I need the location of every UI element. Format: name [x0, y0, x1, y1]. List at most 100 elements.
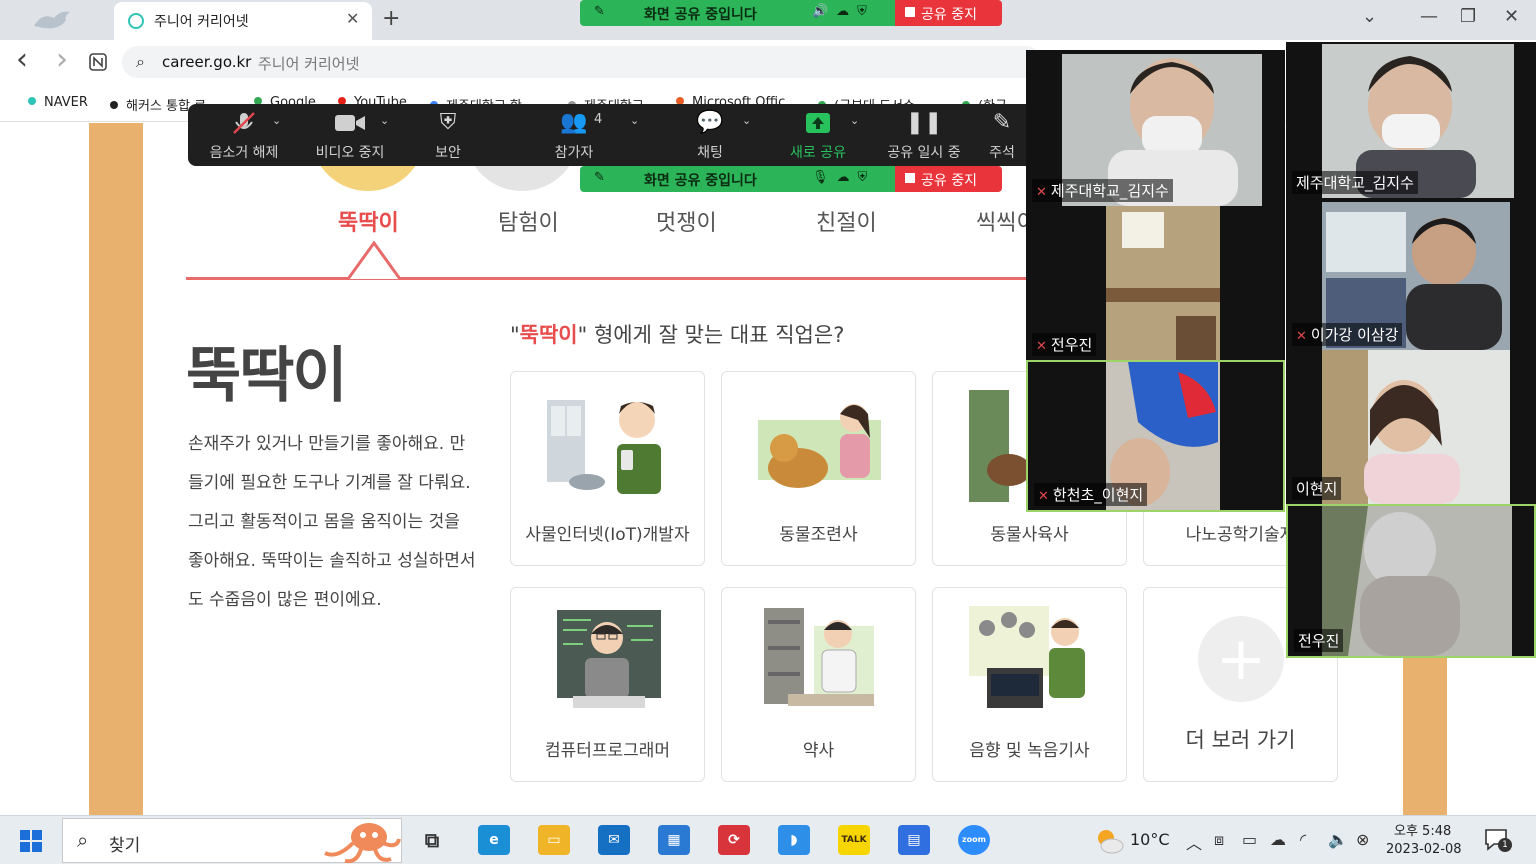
weather-partly-cloudy-icon[interactable]	[1094, 826, 1124, 854]
mail-app-icon[interactable]: ✉	[598, 825, 630, 855]
notification-center-button[interactable]: 1	[1484, 828, 1512, 852]
clock-time[interactable]: 오후 5:48	[1394, 820, 1451, 839]
browser-tab-active[interactable]: 주니어 커리어넷 ✕	[114, 2, 372, 40]
chevron-down-icon[interactable]: ⌄	[272, 114, 281, 127]
participant-count: 4	[594, 112, 603, 127]
tab-search-dropdown-icon[interactable]: ⌄	[1362, 6, 1377, 27]
plus-icon: +	[1198, 616, 1284, 702]
toolbar-label: 새로 공유	[790, 145, 846, 161]
docs-app-icon[interactable]: ▤	[898, 825, 930, 855]
chat-button[interactable]: 💬 ⌄ 채팅	[672, 104, 751, 166]
job-label: 컴퓨터프로그래머	[544, 741, 671, 761]
security-button[interactable]: ⛨ 보안	[410, 104, 486, 166]
stop-icon	[905, 7, 915, 17]
site-info-icon[interactable]	[88, 52, 108, 72]
job-label: 동물사육사	[990, 525, 1069, 545]
chevron-down-icon[interactable]: ⌄	[742, 114, 751, 127]
tab-title: 주니어 커리어넷	[154, 14, 249, 30]
bookmark-item[interactable]: NAVER	[28, 95, 88, 110]
participant-video[interactable]: ✕ 제주대학교_김지수	[1026, 50, 1285, 206]
sound-engineer-illustration	[969, 606, 1085, 708]
participant-video[interactable]: ✕ 이가강 이삼강	[1286, 198, 1536, 350]
job-card[interactable]: 동물조련사	[721, 371, 916, 566]
wifi-icon[interactable]: ◜	[1300, 830, 1306, 849]
type-description: 손재주가 있거나 만들기를 좋아해요. 만들기에 필요한 도구나 기계를 잘 다…	[188, 434, 476, 610]
chevron-down-icon[interactable]: ⌄	[630, 114, 639, 127]
participant-name: 제주대학교_김지수	[1292, 171, 1418, 194]
decorative-side-bar-left	[89, 123, 143, 815]
participant-name: ✕ 한천초_이현지	[1034, 483, 1148, 506]
battery-icon[interactable]: ▭	[1242, 830, 1257, 849]
share-status-icons: 🔊☁⛨	[812, 4, 875, 19]
participant-video[interactable]: 이현지	[1286, 350, 1536, 504]
kakaotalk-app-icon[interactable]: TALK	[838, 825, 870, 855]
meet-now-icon[interactable]: ⧈	[1214, 830, 1224, 850]
annotate-button[interactable]: ✎ 주석	[982, 104, 1022, 166]
stop-video-button[interactable]: ⌄ 비디오 중지	[302, 104, 398, 166]
participant-video-active-speaker[interactable]: ✕ 한천초_이현지	[1026, 360, 1285, 512]
bookmark-favicon-icon	[110, 101, 118, 109]
bookmark-favicon-icon	[28, 97, 36, 105]
sync-app-icon[interactable]: ⟳	[718, 825, 750, 855]
taskbar-search-box[interactable]: ⌕ 찾기	[62, 818, 402, 863]
stop-share-label: 공유 중지	[921, 173, 977, 189]
chevron-down-icon[interactable]: ⌄	[380, 114, 389, 127]
pharmacist-illustration	[764, 608, 874, 706]
microphone-muted-icon: ✕	[1038, 489, 1049, 504]
participant-name: ✕ 전우진	[1032, 333, 1097, 356]
participant-video-active-speaker[interactable]: 전우진	[1286, 504, 1536, 658]
close-icon[interactable]: ⊗	[1356, 830, 1369, 849]
minimize-button[interactable]: —	[1420, 6, 1438, 27]
address-domain: career.go.kr	[162, 53, 252, 71]
onedrive-cloud-icon[interactable]: ☁	[1270, 830, 1286, 849]
new-tab-button[interactable]: +	[382, 6, 400, 31]
share-status[interactable]: ✎ 화면 공유 중입니다 🎙☁⛨	[580, 166, 895, 192]
microphone-muted-icon: ✕	[1036, 185, 1047, 200]
forward-button[interactable]: ›	[56, 42, 68, 77]
zoom-app-icon[interactable]: zoom	[958, 825, 990, 855]
question-text: " 형에게 잘 맞는 대표 직업은?	[577, 323, 845, 347]
chevron-down-icon[interactable]: ⌄	[850, 114, 859, 127]
category-tab[interactable]: 멋쟁이	[656, 205, 717, 237]
weather-temperature[interactable]: 10°C	[1130, 830, 1170, 849]
stop-share-button[interactable]: 공유 중지	[895, 166, 1002, 192]
chevron-up-icon[interactable]: ︿	[1186, 830, 1202, 854]
participants-button[interactable]: 👥 4 참가자	[528, 104, 620, 166]
iot-developer-illustration	[547, 400, 661, 494]
back-button[interactable]: ‹	[16, 42, 28, 77]
job-card[interactable]: 약사	[721, 587, 916, 782]
stop-share-button[interactable]: 공유 중지	[895, 0, 1002, 26]
notification-count-badge: 1	[1498, 838, 1512, 852]
restore-button[interactable]: ❐	[1460, 6, 1476, 27]
task-view-app-icon[interactable]: ⧉	[416, 825, 448, 855]
category-tab[interactable]: 친절이	[816, 205, 877, 237]
stop-icon	[905, 173, 915, 183]
new-share-button[interactable]: ⌄ 새로 공유	[774, 104, 862, 166]
participant-video[interactable]: 제주대학교_김지수	[1286, 42, 1536, 198]
participant-video[interactable]: ✕ 전우진	[1026, 206, 1285, 360]
whale-app-icon[interactable]: ◗	[778, 825, 810, 855]
close-window-button[interactable]: ✕	[1504, 6, 1519, 27]
shield-icon: ⛨	[439, 110, 457, 135]
category-tab[interactable]: 탐험이	[498, 205, 559, 237]
category-tab[interactable]: 뚝딱이	[338, 205, 399, 237]
pause-share-button[interactable]: ❚❚ 공유 일시 중	[878, 104, 970, 166]
job-card[interactable]: 음향 및 녹음기사	[932, 587, 1127, 782]
pin-icon: ✎	[594, 4, 605, 19]
job-card[interactable]: 사물인터넷(IoT)개발자	[510, 371, 705, 566]
tab-close-icon[interactable]: ✕	[346, 9, 359, 28]
participant-name: ✕ 이가강 이삼강	[1292, 323, 1403, 346]
address-bar[interactable]: ⌕ career.go.kr 주니어 커리어넷	[122, 46, 1042, 78]
job-card[interactable]: 컴퓨터프로그래머	[510, 587, 705, 782]
edge-app-icon[interactable]: e	[478, 825, 510, 855]
category-underline	[186, 277, 1026, 280]
windows-start-icon[interactable]	[20, 830, 42, 852]
explorer-app-icon[interactable]: ▭	[538, 825, 570, 855]
clock-date[interactable]: 2023-02-08	[1386, 842, 1462, 857]
unmute-button[interactable]: ⌄ 음소거 해제	[196, 104, 292, 166]
microphone-muted-icon: ✕	[1296, 329, 1307, 344]
share-status[interactable]: ✎ 화면 공유 중입니다 🔊☁⛨	[580, 0, 895, 26]
site-favicon-icon	[128, 13, 144, 29]
store-app-icon[interactable]: ▦	[658, 825, 690, 855]
speaker-icon[interactable]: 🔈	[1328, 830, 1348, 849]
